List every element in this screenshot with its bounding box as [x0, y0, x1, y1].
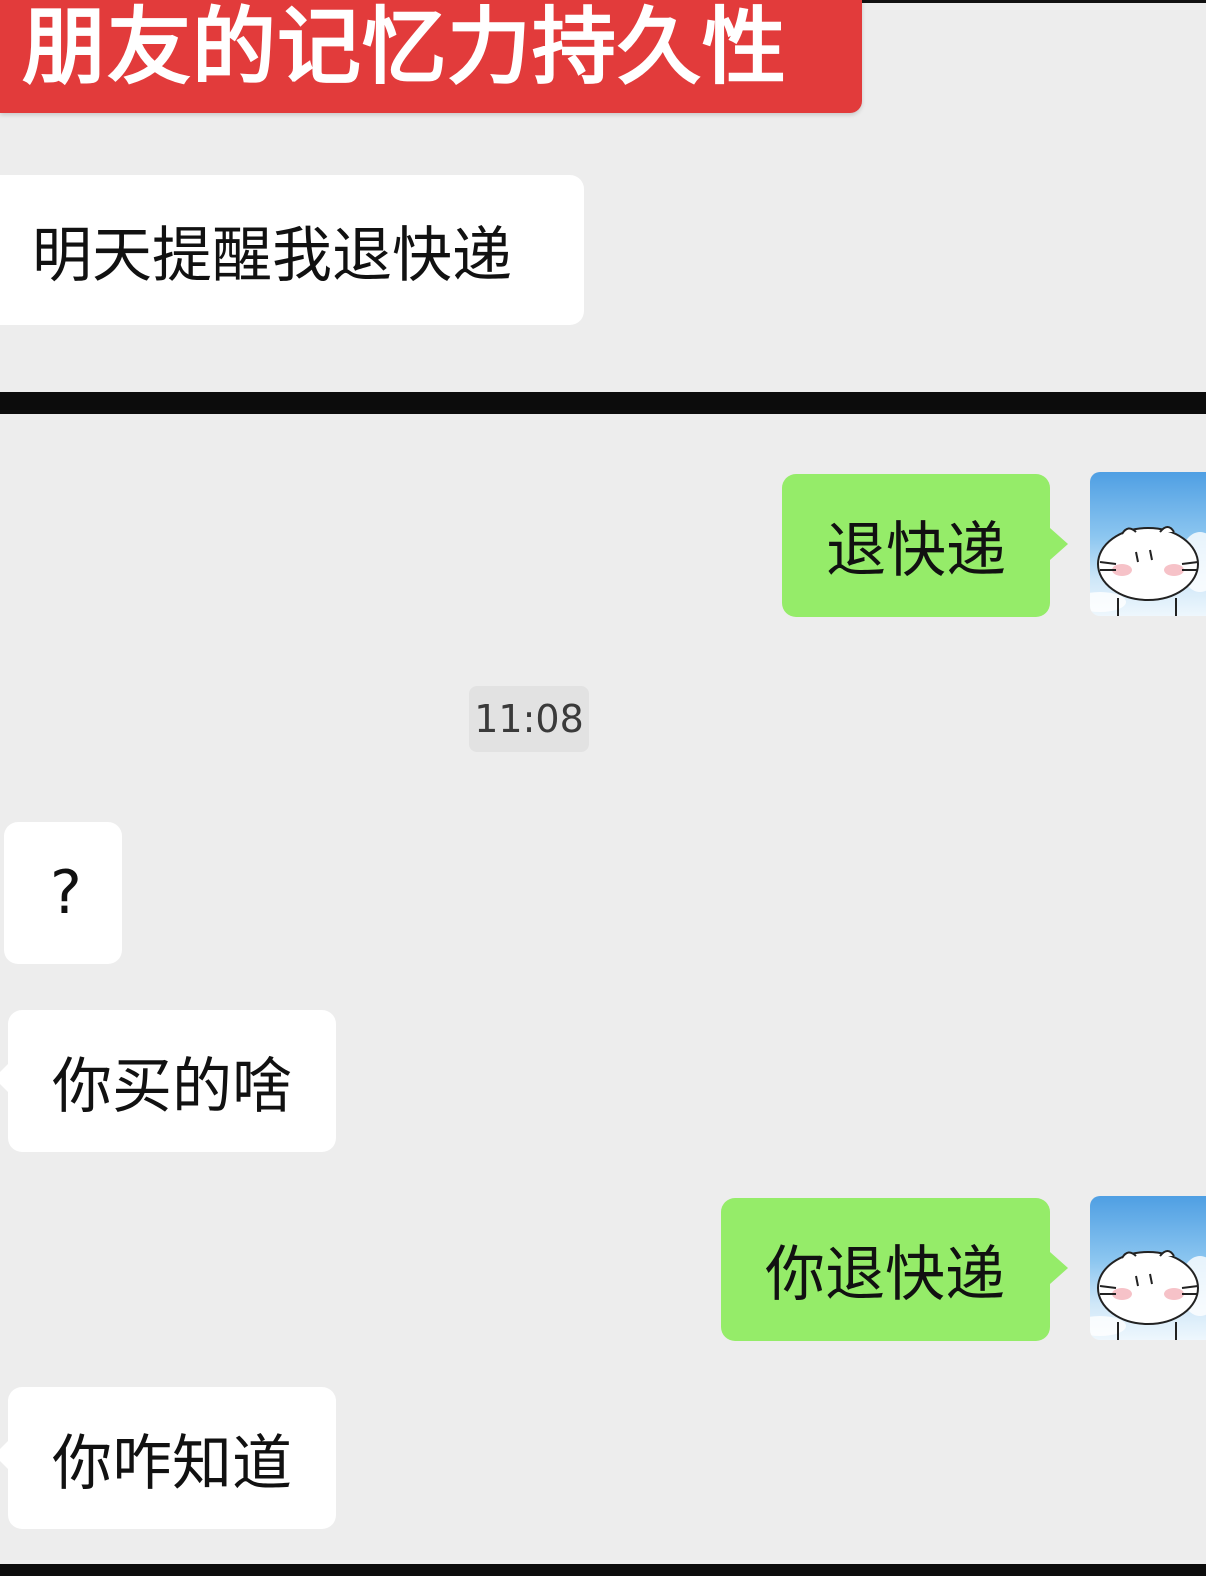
message-text: ? [50, 858, 82, 928]
user-avatar[interactable] [1090, 1196, 1206, 1340]
incoming-message-bubble[interactable]: ? [4, 822, 122, 964]
cartoon-cat-avatar-icon [1090, 1250, 1206, 1340]
message-text: 退快递 [826, 516, 1006, 586]
message-text: 明天提醒我退快递 [32, 220, 512, 291]
title-banner: 朋友的记忆力持久性 [0, 0, 862, 113]
message-timestamp: 11:08 [469, 686, 589, 752]
outgoing-message-bubble[interactable]: 退快递 [782, 474, 1068, 617]
incoming-message-bubble[interactable]: 你买的啥 [0, 1010, 336, 1152]
top-screenshot-panel: 朋友的记忆力持久性 明天提醒我退快递 [0, 0, 1206, 392]
message-text: 你买的啥 [52, 1051, 292, 1122]
incoming-message-bubble[interactable]: 明天提醒我退快递 [0, 175, 584, 325]
bottom-divider [0, 1564, 1206, 1576]
message-text: 你退快递 [765, 1240, 1005, 1310]
cartoon-cat-avatar-icon [1090, 526, 1206, 616]
user-avatar[interactable] [1090, 472, 1206, 616]
incoming-message-bubble[interactable]: 你咋知道 [0, 1387, 336, 1529]
panel-divider [0, 392, 1206, 414]
title-text: 朋友的记忆力持久性 [22, 0, 788, 96]
message-text: 你咋知道 [52, 1428, 292, 1499]
outgoing-message-bubble[interactable]: 你退快递 [721, 1198, 1068, 1341]
